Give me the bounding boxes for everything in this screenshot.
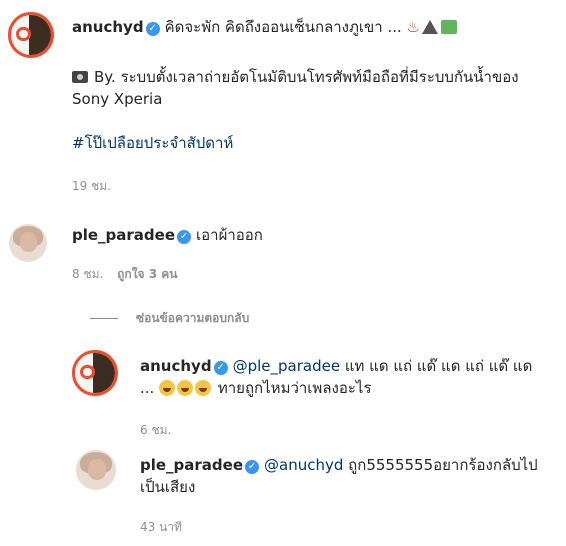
caption-line3: Sony Xperia (72, 90, 163, 108)
reply-text-line2-suffix: ทายถูกไหมว่าเพลงอะไร (217, 379, 372, 397)
comment-body: ple_paradee ✓ เอาผ้าออก (72, 224, 263, 246)
reply-text-line1: แท แด แถ่ แด๊ แด แถ่ แด๊ แด (344, 357, 533, 375)
caption-body: By. ระบบตั้งเวลาถ่ายอัตโนมัติบนโทรศัพท์ม… (72, 66, 562, 110)
divider-line (90, 318, 118, 319)
caption-line2: By. ระบบตั้งเวลาถ่ายอัตโนมัติบนโทรศัพท์ม… (94, 68, 519, 86)
avatar[interactable] (9, 224, 47, 262)
post-caption: anuchyd ✓ คิดจะพัก คิดถึงออนเซ็นกลางภูเขา … (72, 16, 552, 38)
reply-time: 6 ชม. (140, 423, 172, 437)
verified-badge-icon: ✓ (213, 361, 228, 375)
verified-badge-icon: ✓ (145, 22, 160, 36)
likes-count-link[interactable]: ถูกใจ 3 คน (117, 267, 177, 281)
verified-badge-icon: ✓ (177, 230, 192, 244)
post-time: 19 ชม. (72, 179, 111, 193)
avatar[interactable] (76, 450, 116, 490)
mention-link[interactable]: @anuchyd (264, 456, 343, 474)
camera-icon (72, 71, 88, 83)
national-park-icon (440, 20, 457, 34)
laughing-emoji-icon (177, 380, 194, 396)
reply-body: ple_paradee ✓ @anuchyd ถูก5555555อยากร้องก… (140, 454, 560, 498)
mention-link[interactable]: @ple_paradee (233, 357, 340, 375)
reply-text-line2: เป็นเสียง (140, 478, 196, 496)
mountain-icon (421, 20, 438, 34)
reply-text-line1: ถูก5555555อยากร้องกลับไป (348, 456, 538, 474)
laughing-emoji-icon (195, 380, 212, 396)
username-link[interactable]: ple_paradee (140, 456, 243, 474)
avatar[interactable] (8, 12, 54, 58)
reply-time: 43 นาที (140, 520, 182, 534)
hashtag-link[interactable]: #โป๊เปลือยประจำสัปดาห์ (72, 132, 233, 154)
username-link[interactable]: anuchyd (72, 18, 144, 36)
comment-text: เอาผ้าออก (196, 226, 263, 244)
hot-springs-icon: ♨ (406, 18, 420, 36)
laughing-emoji-icon (159, 380, 176, 396)
hide-replies-button[interactable]: ซ่อนข้อความตอบกลับ (90, 309, 249, 328)
verified-badge-icon: ✓ (245, 460, 260, 474)
username-link[interactable]: anuchyd (140, 357, 212, 375)
username-link[interactable]: ple_paradee (72, 226, 175, 244)
comment-meta: 8 ชม. ถูกใจ 3 คน (72, 265, 178, 284)
comment-time: 8 ชม. (72, 267, 104, 281)
avatar[interactable] (72, 350, 118, 396)
caption-line1: คิดจะพัก คิดถึงออนเซ็นกลางภูเขา ... (164, 18, 402, 36)
reply-text-line2-prefix: ... (140, 379, 155, 397)
hide-replies-label: ซ่อนข้อความตอบกลับ (136, 311, 250, 325)
reply-body: anuchyd ✓ @ple_paradee แท แด แถ่ แด๊ แด แถ… (140, 355, 560, 399)
